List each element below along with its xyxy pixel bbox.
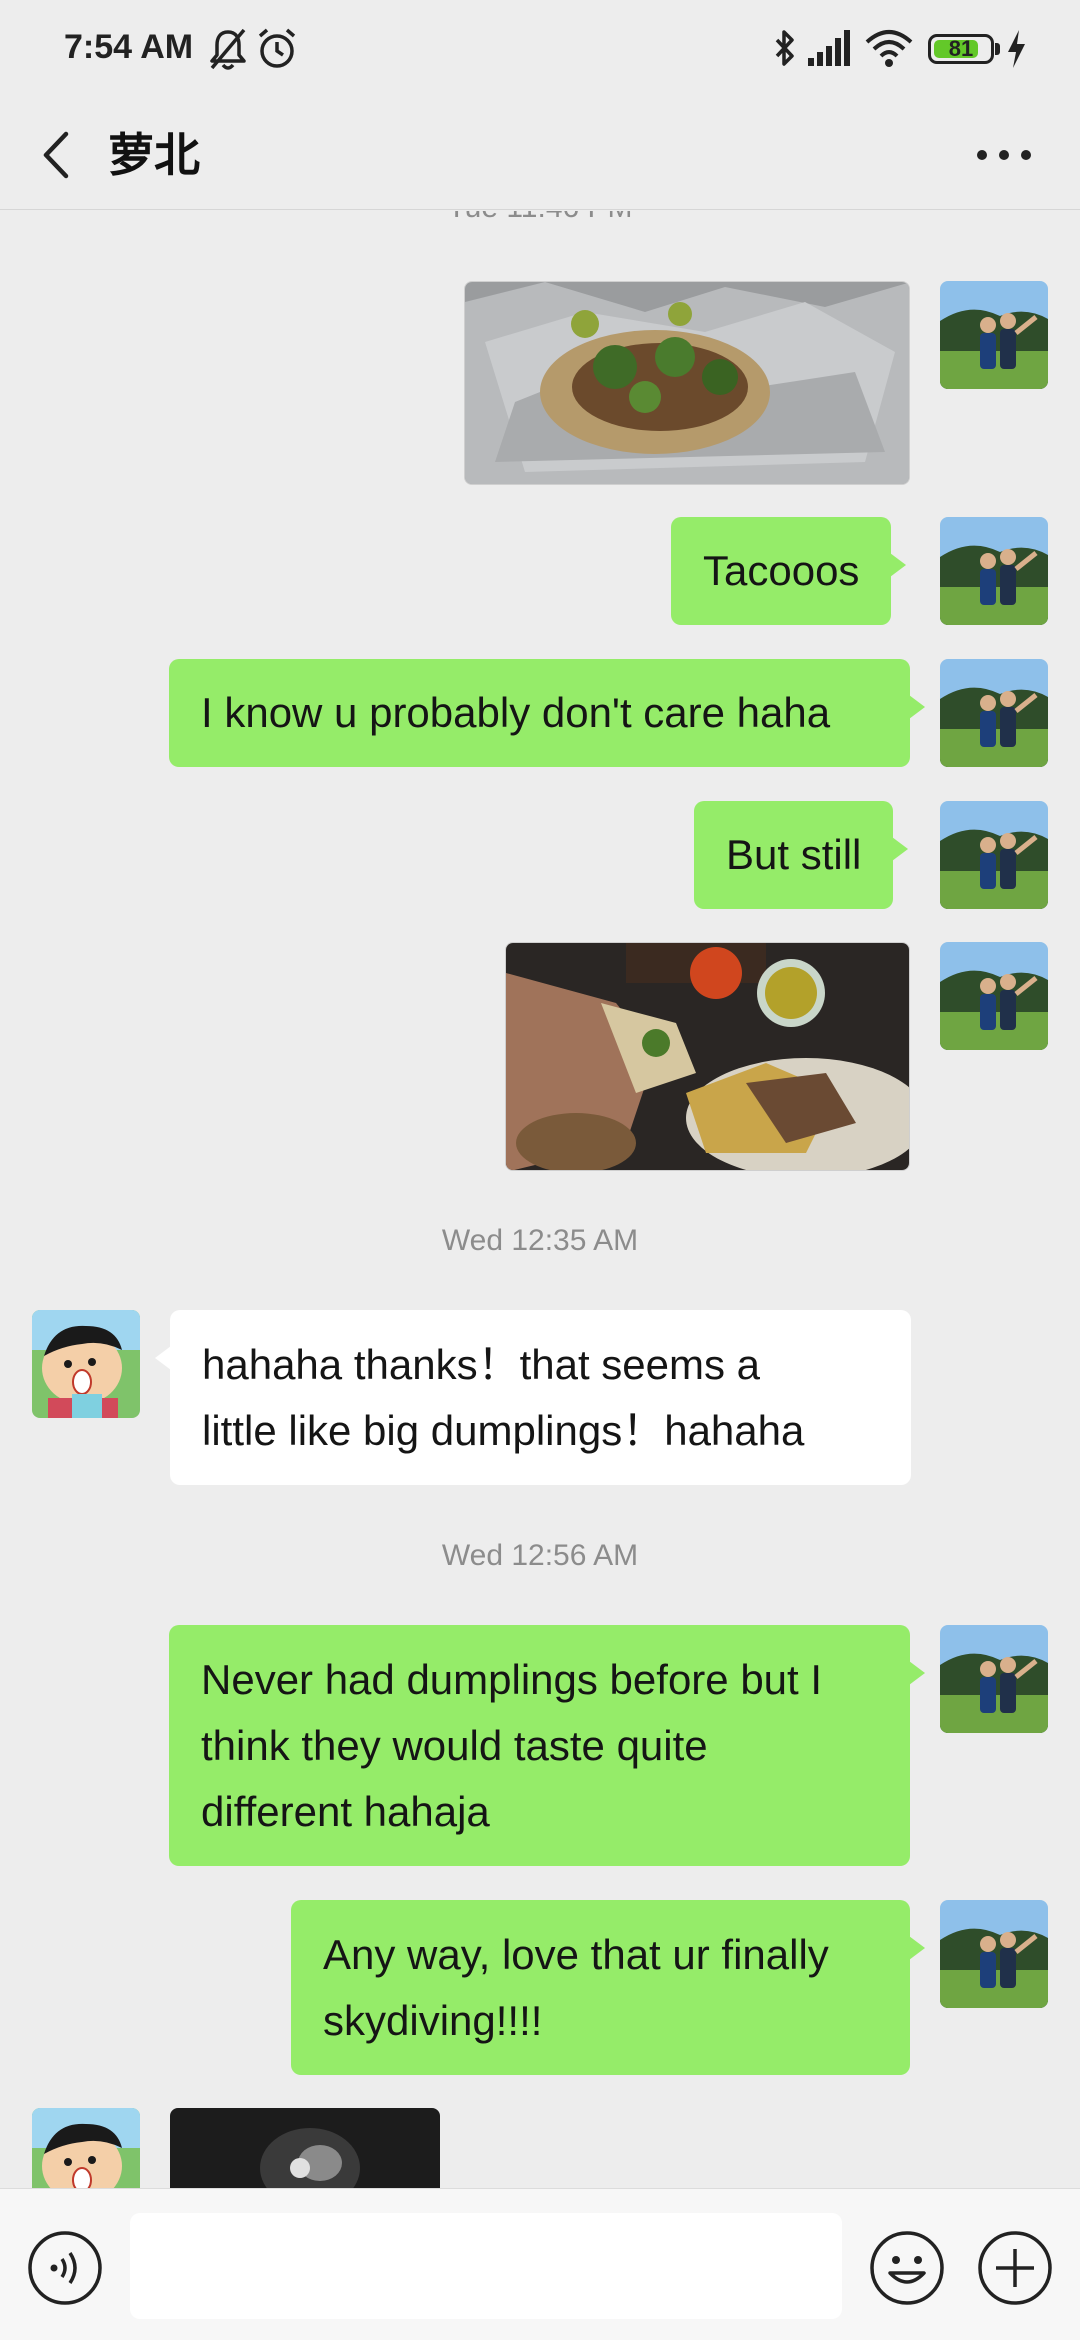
- more-dots-icon: [977, 150, 1031, 160]
- message-line: skydiving!!!!: [323, 1997, 543, 2044]
- my-avatar[interactable]: [940, 517, 1048, 625]
- voice-icon: [28, 2231, 102, 2305]
- alarm-icon: [258, 28, 296, 68]
- battery-icon: 81: [928, 34, 994, 64]
- message-line: little like big dumplings！hahaha: [202, 1407, 805, 1454]
- more-button[interactable]: [964, 120, 1044, 190]
- message-bubble-outgoing[interactable]: Any way, love that ur finally skydiving!…: [291, 1900, 925, 2075]
- timestamp: Wed 12:35 AM: [441, 1224, 639, 1257]
- contact-avatar[interactable]: [32, 2108, 140, 2188]
- battery-level: 81: [948, 36, 974, 61]
- message-bubble-outgoing[interactable]: But still: [694, 801, 909, 909]
- timestamp: Wed 12:56 AM: [441, 1539, 639, 1572]
- sent-photo-tacos-foil[interactable]: [464, 281, 910, 485]
- emoji-button[interactable]: [868, 2229, 946, 2307]
- plus-button[interactable]: [976, 2229, 1054, 2307]
- my-avatar[interactable]: [940, 281, 1048, 389]
- signal-icon: [808, 30, 850, 66]
- chevron-left-icon: [43, 131, 69, 179]
- back-button[interactable]: [26, 120, 96, 190]
- input-bar: [0, 2188, 1080, 2340]
- title-bar: 萝北: [0, 100, 1080, 210]
- message-input[interactable]: [130, 2213, 842, 2319]
- message-bubble-outgoing[interactable]: Never had dumplings before but I think t…: [169, 1625, 925, 1866]
- battery-nub: [995, 43, 1000, 55]
- mute-bell-icon: [210, 28, 246, 70]
- sent-photo-tacos-plate[interactable]: [505, 942, 910, 1171]
- status-bar: 7:54 AM 81: [0, 0, 1080, 100]
- my-avatar[interactable]: [940, 801, 1048, 909]
- message-bubble-incoming[interactable]: hahaha thanks！that seems a little like b…: [155, 1310, 911, 1485]
- my-avatar[interactable]: [940, 659, 1048, 767]
- chat-title: 萝北: [108, 129, 200, 181]
- charging-icon: [1008, 30, 1025, 68]
- voice-button[interactable]: [26, 2229, 104, 2307]
- message-bubble-outgoing[interactable]: I know u probably don't care haha: [169, 659, 925, 767]
- bluetooth-icon: [775, 30, 794, 66]
- status-time: 7:54 AM: [64, 28, 194, 66]
- my-avatar[interactable]: [940, 1900, 1048, 2008]
- chat-area[interactable]: Tue 11:46 PM Tacoo: [0, 211, 1080, 2188]
- wifi-icon: [865, 30, 913, 67]
- emoji-icon: [870, 2231, 944, 2305]
- message-bubble-outgoing[interactable]: Tacooos: [671, 517, 907, 625]
- contact-avatar[interactable]: [32, 1310, 140, 1418]
- message-line: Never had dumplings before but I: [201, 1656, 823, 1703]
- timestamp: Tue 11:46 PM: [0, 211, 1080, 225]
- message-line: hahaha thanks！that seems a: [202, 1341, 761, 1388]
- my-avatar[interactable]: [940, 1625, 1048, 1733]
- plus-icon: [978, 2231, 1052, 2305]
- message-line: different hahaja: [201, 1788, 490, 1835]
- received-photo[interactable]: [170, 2108, 440, 2188]
- my-avatar[interactable]: [940, 942, 1048, 1050]
- message-line: Any way, love that ur finally: [323, 1931, 829, 1978]
- message-line: think they would taste quite: [201, 1722, 708, 1769]
